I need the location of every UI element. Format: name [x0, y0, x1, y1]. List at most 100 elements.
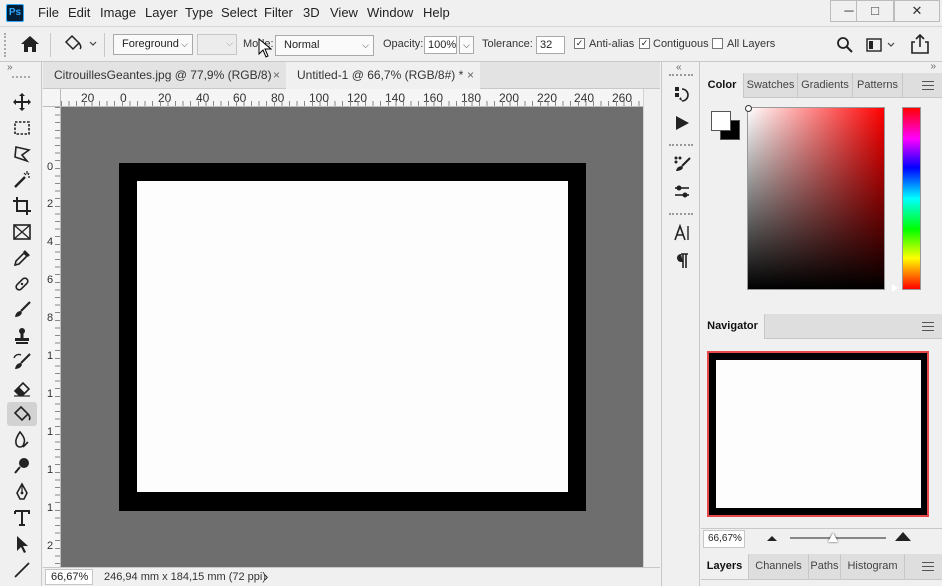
color-saturation-field[interactable]: [747, 107, 885, 290]
panel-menu-icon[interactable]: [922, 81, 934, 90]
tab-color[interactable]: Color: [701, 73, 744, 98]
tab-channels[interactable]: Channels: [749, 554, 809, 579]
ruler-tick-label: 2: [46, 198, 54, 210]
paint-bucket-preset-icon[interactable]: [63, 34, 99, 57]
zoom-slider-handle[interactable]: [828, 533, 838, 542]
crop-tool-icon[interactable]: [7, 194, 37, 218]
fill-source-dropdown[interactable]: Foreground ⌵: [113, 34, 193, 55]
workspace-icon[interactable]: [866, 37, 896, 56]
share-icon[interactable]: [911, 33, 929, 57]
dock-grip[interactable]: [669, 74, 693, 76]
blur-tool-icon[interactable]: [7, 428, 37, 452]
ruler-origin[interactable]: [43, 89, 61, 107]
all-layers-label: All Layers: [727, 38, 776, 50]
type-tool-icon[interactable]: [7, 506, 37, 530]
pattern-picker[interactable]: ⌵: [197, 34, 237, 55]
hue-slider-handle[interactable]: [892, 284, 898, 292]
eraser-icon[interactable]: [7, 376, 37, 400]
menu-layer[interactable]: Layer: [145, 5, 178, 20]
adjustments-sliders-icon[interactable]: [670, 181, 694, 203]
hue-slider[interactable]: [902, 107, 921, 290]
anti-alias-checkbox[interactable]: ✓: [574, 38, 585, 49]
contiguous-checkbox[interactable]: ✓: [639, 38, 650, 49]
tab-citrouilles[interactable]: CitrouillesGeantes.jpg @ 77,9% (RGB/8) ×: [43, 62, 286, 89]
line-tool-icon[interactable]: [7, 558, 37, 582]
separator: [104, 33, 105, 57]
status-menu-arrow-icon[interactable]: ›: [264, 569, 268, 584]
tab-gradients[interactable]: Gradients: [798, 73, 853, 98]
close-tab-icon[interactable]: ×: [273, 62, 280, 88]
history-panel-icon[interactable]: [670, 83, 694, 105]
toolbar-grip[interactable]: [12, 76, 30, 78]
tab-untitled-1[interactable]: Untitled-1 @ 66,7% (RGB/8#) * ×: [286, 62, 480, 89]
marquee-tool-icon[interactable]: [7, 116, 37, 140]
brush-tool-icon[interactable]: [7, 298, 37, 322]
menu-window[interactable]: Window: [367, 5, 413, 20]
paragraph-panel-icon[interactable]: [670, 250, 694, 272]
all-layers-checkbox[interactable]: [712, 38, 723, 49]
color-picker-marker[interactable]: [745, 105, 752, 112]
navigator-zoom-field[interactable]: 66,67%: [703, 530, 745, 548]
dock-grip[interactable]: [669, 144, 693, 146]
foreground-color-swatch[interactable]: [711, 111, 731, 131]
tolerance-label: Tolerance:: [482, 38, 533, 50]
ruler-tick-label: 1: [46, 350, 54, 362]
horizontal-ruler[interactable]: 20 0 20 40 60 80 100 120 140 160 180 200…: [61, 89, 643, 107]
dodge-tool-icon[interactable]: [7, 454, 37, 478]
menu-file[interactable]: File: [38, 5, 59, 20]
menu-image[interactable]: Image: [100, 5, 136, 20]
path-selection-icon[interactable]: [7, 532, 37, 556]
move-tool-icon[interactable]: [7, 90, 37, 114]
magic-wand-icon[interactable]: [7, 168, 37, 192]
tab-paths[interactable]: Paths: [809, 554, 841, 579]
mode-dropdown[interactable]: Normal ⌵: [275, 35, 374, 56]
home-icon[interactable]: [20, 35, 40, 56]
vertical-scrollbar[interactable]: [643, 89, 660, 567]
opacity-label: Opacity:: [383, 38, 424, 50]
brush-settings-icon[interactable]: [670, 153, 694, 175]
clone-stamp-icon[interactable]: [7, 324, 37, 348]
dock-grip[interactable]: [669, 213, 693, 215]
frame-tool-icon[interactable]: [7, 220, 37, 244]
maximize-button[interactable]: □: [856, 0, 894, 22]
tab-histogram[interactable]: Histogram: [841, 554, 905, 579]
document-white-area[interactable]: [137, 181, 568, 492]
tab-navigator[interactable]: Navigator: [701, 314, 765, 339]
zoom-slider-track[interactable]: [790, 537, 886, 539]
panel-menu-icon[interactable]: [922, 322, 934, 331]
menu-select[interactable]: Select: [221, 5, 257, 20]
tolerance-input[interactable]: 32: [536, 36, 565, 54]
eyedropper-icon[interactable]: [7, 246, 37, 270]
menu-edit[interactable]: Edit: [68, 5, 90, 20]
tab-layers[interactable]: Layers: [701, 554, 749, 579]
lasso-tool-icon[interactable]: [7, 142, 37, 166]
collapse-panels-icon[interactable]: »: [930, 61, 936, 72]
close-window-button[interactable]: ✕: [894, 0, 940, 22]
vertical-ruler[interactable]: 0 2 4 6 8 1 1 1 1 1 2: [43, 107, 61, 567]
options-grip[interactable]: [4, 33, 8, 57]
zoom-level-field[interactable]: 66,67%: [45, 569, 93, 585]
pen-tool-icon[interactable]: [7, 480, 37, 504]
actions-play-icon[interactable]: [670, 112, 694, 134]
tab-swatches[interactable]: Swatches: [744, 73, 798, 98]
history-brush-icon[interactable]: [7, 350, 37, 374]
collapse-toolbar-icon[interactable]: »: [7, 62, 13, 73]
menu-3d[interactable]: 3D: [303, 5, 320, 20]
menu-view[interactable]: View: [330, 5, 358, 20]
close-tab-icon[interactable]: ×: [467, 62, 474, 88]
healing-brush-icon[interactable]: [7, 272, 37, 296]
opacity-input[interactable]: 100%: [424, 36, 457, 54]
tab-patterns[interactable]: Patterns: [853, 73, 903, 98]
zoom-in-icon[interactable]: [895, 532, 911, 541]
menu-type[interactable]: Type: [185, 5, 213, 20]
menu-filter[interactable]: Filter: [264, 5, 293, 20]
paint-bucket-icon[interactable]: [7, 402, 37, 426]
collapse-dock-icon[interactable]: «: [676, 62, 682, 73]
menu-help[interactable]: Help: [423, 5, 450, 20]
opacity-dropdown-chevron-icon[interactable]: ⌵: [459, 36, 474, 54]
search-icon[interactable]: [836, 36, 854, 57]
panel-menu-icon[interactable]: [922, 562, 934, 571]
ruler-tick-label: 2: [46, 540, 54, 552]
character-panel-icon[interactable]: [670, 222, 694, 244]
zoom-out-icon[interactable]: [767, 536, 777, 541]
